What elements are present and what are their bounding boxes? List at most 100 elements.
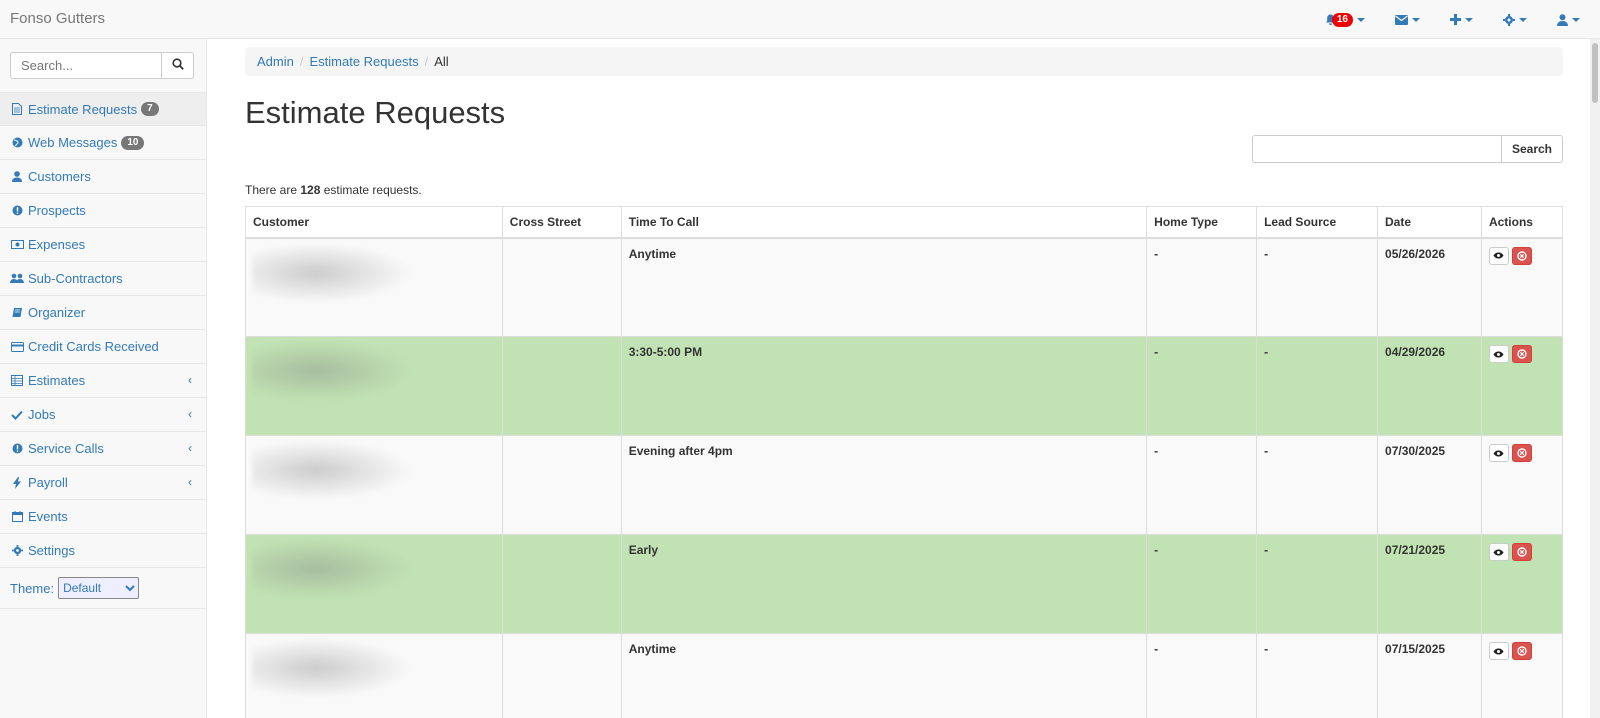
page-scrollbar[interactable]: [1590, 39, 1600, 718]
search-input[interactable]: [1251, 135, 1502, 163]
lead-source-cell: -: [1256, 237, 1379, 337]
remove-circle-icon: [1517, 547, 1527, 557]
sidebar-item-estimate-requests[interactable]: Estimate Requests 7: [0, 92, 206, 126]
customer-cell-redacted: [245, 237, 503, 337]
column-header-cross-street[interactable]: Cross Street: [501, 206, 622, 239]
sidebar-item-service-calls[interactable]: Service Calls ‹: [0, 432, 206, 466]
sidebar: Estimate Requests 7 Web Messages 10 Cust…: [0, 39, 207, 718]
check-icon: [10, 410, 24, 420]
remove-circle-icon: [1517, 448, 1527, 458]
settings-menu[interactable]: [1503, 13, 1527, 26]
search-input[interactable]: [10, 52, 162, 79]
breadcrumb-separator: /: [424, 54, 429, 69]
sidebar-item-label: Service Calls: [28, 441, 104, 456]
sidebar-item-events[interactable]: Events: [0, 500, 206, 534]
sidebar-item-settings[interactable]: Settings: [0, 534, 206, 568]
count-suffix: estimate requests.: [320, 183, 422, 197]
chevron-down-icon: [1572, 17, 1580, 22]
plus-icon: [1450, 14, 1461, 25]
users-icon: [10, 273, 24, 284]
home-type-cell: -: [1146, 633, 1258, 718]
sidebar-item-label: Customers: [28, 169, 91, 184]
column-header-time-to-call[interactable]: Time To Call: [620, 206, 1148, 239]
sidebar-item-payroll[interactable]: Payroll ‹: [0, 466, 206, 500]
theme-select[interactable]: Default: [58, 577, 140, 599]
sidebar-item-expenses[interactable]: Expenses: [0, 228, 206, 262]
delete-button[interactable]: [1511, 444, 1532, 462]
home-type-cell: -: [1146, 336, 1258, 436]
column-header-home-type[interactable]: Home Type: [1146, 206, 1258, 239]
delete-button[interactable]: [1511, 345, 1532, 363]
messages-menu[interactable]: [1395, 14, 1420, 25]
delete-button[interactable]: [1511, 642, 1532, 660]
redacted-blur: [252, 341, 412, 401]
column-header-lead-source[interactable]: Lead Source: [1256, 206, 1379, 239]
sidebar-item-estimates[interactable]: Estimates ‹: [0, 364, 206, 398]
brand-title[interactable]: Fonso Gutters: [10, 10, 105, 27]
envelope-icon: [1395, 14, 1408, 25]
search-button[interactable]: [162, 52, 194, 79]
lead-source-cell: -: [1256, 534, 1379, 634]
view-button[interactable]: [1488, 246, 1509, 265]
scrollbar-thumb[interactable]: [1592, 43, 1598, 103]
sidebar-item-organizer[interactable]: Organizer: [0, 296, 206, 330]
time-to-call-cell: Anytime: [620, 633, 1148, 718]
credit-card-icon: [10, 341, 24, 352]
sidebar-item-sub-contractors[interactable]: Sub-Contractors: [0, 262, 206, 296]
count-badge: 10: [121, 135, 145, 150]
chevron-left-icon: ‹: [188, 441, 192, 455]
globe-icon: [10, 137, 24, 148]
home-type-cell: -: [1146, 435, 1258, 535]
lead-source-cell: -: [1256, 435, 1379, 535]
money-icon: [10, 240, 24, 249]
alert-icon: [10, 443, 24, 454]
sidebar-item-label: Web Messages: [28, 135, 118, 150]
cross-street-cell-redacted: [501, 435, 622, 535]
view-button[interactable]: [1488, 444, 1509, 462]
chevron-left-icon: ‹: [188, 407, 192, 421]
gear-icon: [1503, 13, 1515, 26]
sidebar-item-web-messages[interactable]: Web Messages 10: [0, 126, 206, 160]
eye-icon: [1493, 648, 1504, 654]
sidebar-item-label: Expenses: [28, 237, 86, 252]
column-header-customer[interactable]: Customer: [245, 206, 503, 239]
redacted-blur: [252, 242, 412, 303]
sidebar-item-jobs[interactable]: Jobs ‹: [0, 398, 206, 432]
view-button[interactable]: [1488, 642, 1509, 660]
table-row: 3:30-5:00 PM - - 04/29/2026: [245, 336, 1564, 436]
eye-icon: [1493, 351, 1504, 357]
search-button[interactable]: Search: [1501, 135, 1563, 163]
add-menu[interactable]: [1450, 14, 1473, 25]
sidebar-item-customers[interactable]: Customers: [0, 160, 206, 194]
chevron-left-icon: ‹: [188, 373, 192, 387]
actions-cell: [1480, 336, 1564, 436]
search-icon: [171, 58, 184, 73]
table-row: Evening after 4pm - - 07/30/2025: [245, 435, 1564, 535]
sidebar-item-credit-cards-received[interactable]: Credit Cards Received: [0, 330, 206, 364]
time-to-call-cell: Evening after 4pm: [620, 435, 1148, 535]
date-cell: 05/26/2026: [1377, 237, 1482, 337]
customer-cell-redacted: [245, 435, 503, 535]
sidebar-item-label: Prospects: [28, 203, 86, 218]
chevron-left-icon: ‹: [188, 475, 192, 489]
view-button[interactable]: [1488, 543, 1509, 561]
user-menu[interactable]: [1557, 13, 1580, 26]
sidebar-item-prospects[interactable]: Prospects: [0, 194, 206, 228]
user-icon: [1557, 13, 1568, 26]
eye-icon: [1493, 252, 1504, 259]
delete-button[interactable]: [1511, 246, 1532, 265]
cross-street-cell-redacted: [501, 336, 622, 436]
actions-cell: [1480, 534, 1564, 634]
column-header-date[interactable]: Date: [1377, 206, 1482, 239]
breadcrumb-admin[interactable]: Admin: [257, 54, 294, 69]
sidebar-item-label: Jobs: [28, 407, 56, 422]
sidebar-item-label: Estimate Requests: [28, 101, 138, 117]
breadcrumb-estimate-requests[interactable]: Estimate Requests: [309, 54, 418, 69]
sidebar-search: [10, 52, 194, 79]
view-button[interactable]: [1488, 345, 1509, 363]
notifications-badge: 16: [1331, 12, 1353, 27]
delete-button[interactable]: [1511, 543, 1532, 561]
chevron-down-icon: [1519, 17, 1527, 22]
notifications-menu[interactable]: 16: [1325, 12, 1365, 27]
table-icon: [10, 375, 24, 386]
